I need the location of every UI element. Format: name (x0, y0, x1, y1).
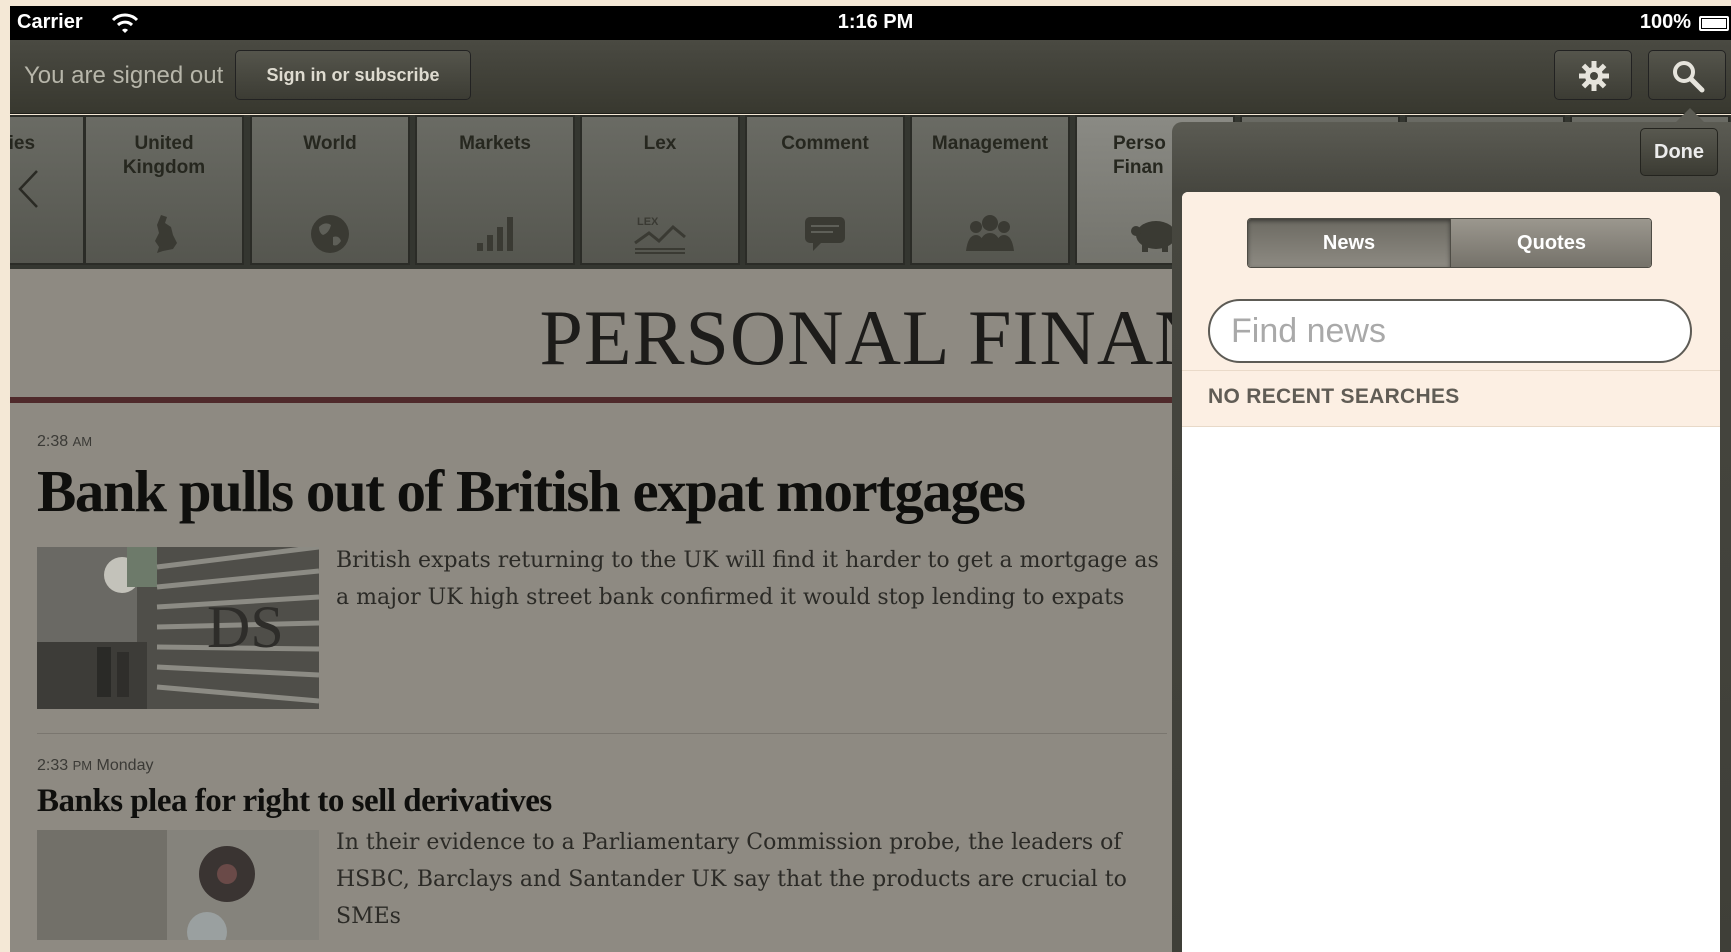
tab-label: Comment (781, 133, 869, 154)
status-bar: Carrier 1:16 PM 100% (10, 6, 1731, 40)
signed-out-status: You are signed out (24, 62, 224, 89)
tab-markets[interactable]: Markets (415, 115, 575, 265)
story-summary: In their evidence to a Parliamentary Com… (336, 830, 1127, 929)
recent-divider (1182, 370, 1720, 371)
settings-button[interactable] (1554, 50, 1632, 100)
svg-text:DS: DS (207, 594, 284, 660)
search-header: News Quotes NO RECENT SEARCHES (1182, 192, 1720, 427)
story-headline[interactable]: Banks plea for right to sell derivatives (37, 783, 552, 820)
story-item[interactable]: 2:33 PM Monday Banks plea for right to s… (37, 757, 1167, 940)
search-panel: News Quotes NO RECENT SEARCHES (1182, 192, 1720, 952)
tab-label: Markets (459, 133, 531, 154)
search-button[interactable] (1648, 50, 1726, 100)
speech-bubble-icon (805, 217, 845, 251)
tab-label: Management (931, 133, 1049, 154)
story-ampm: AM (72, 434, 93, 449)
story-ampm: PM (72, 758, 93, 773)
search-input[interactable] (1208, 299, 1692, 363)
search-icon (1673, 61, 1705, 93)
tab-comment[interactable]: Comment (745, 115, 905, 265)
story-thumbnail[interactable] (37, 830, 319, 940)
story-day: Monday (96, 757, 154, 774)
story-thumbnail[interactable]: DS (37, 547, 319, 709)
story-summary: British expats returning to the UK will … (336, 548, 1159, 610)
lex-chart-icon: LEX (634, 216, 686, 254)
story-time: 2:38 (37, 433, 69, 450)
back-arrow-icon (18, 170, 38, 208)
tab-label: nies (10, 133, 36, 154)
uk-map-icon (155, 215, 177, 253)
recent-searches-label: NO RECENT SEARCHES (1208, 385, 1460, 408)
battery-icon (1699, 16, 1729, 31)
search-popover: Done News Quotes NO RECENT SEARCHES (1172, 108, 1731, 952)
tab-lex[interactable]: Lex LEX (580, 115, 740, 265)
done-button[interactable]: Done (1640, 128, 1718, 176)
tab-management[interactable]: Management (910, 115, 1070, 265)
globe-icon (311, 215, 349, 253)
story-timestamp: 2:38 AM (37, 433, 1167, 451)
tab-label: United Kingdom (122, 133, 206, 178)
people-icon (966, 215, 1014, 251)
app-toolbar: You are signed out Sign in or subscribe (10, 40, 1731, 114)
battery-percent: 100% (1639, 11, 1691, 33)
gear-icon (1579, 61, 1609, 91)
bank-signage-photo (37, 830, 319, 940)
bar-chart-icon (477, 217, 513, 251)
story-timestamp: 2:33 PM Monday (37, 757, 1167, 775)
clock: 1:16 PM (837, 11, 914, 33)
search-type-segmented-control: News Quotes (1247, 218, 1652, 268)
story-item[interactable]: 2:38 AM Bank pulls out of British expat … (37, 433, 1167, 709)
segment-news[interactable]: News (1248, 219, 1450, 267)
segment-quotes[interactable]: Quotes (1450, 219, 1651, 267)
popover-arrow (1674, 108, 1706, 124)
bank-building-photo: DS (37, 547, 319, 709)
app-screen: Carrier 1:16 PM 100% You are signed out … (0, 0, 1731, 952)
story-time: 2:33 (37, 757, 69, 774)
story-headline[interactable]: Bank pulls out of British expat mortgage… (37, 457, 1026, 526)
tab-label: Lex (643, 133, 677, 154)
tab-united-kingdom[interactable]: United Kingdom (84, 115, 244, 265)
tab-world[interactable]: World (250, 115, 410, 265)
svg-text:LEX: LEX (637, 216, 659, 228)
tab-companies[interactable]: nies (10, 115, 85, 265)
sign-in-button[interactable]: Sign in or subscribe (235, 50, 471, 100)
story-divider (37, 733, 1167, 734)
tab-label: World (303, 133, 357, 154)
